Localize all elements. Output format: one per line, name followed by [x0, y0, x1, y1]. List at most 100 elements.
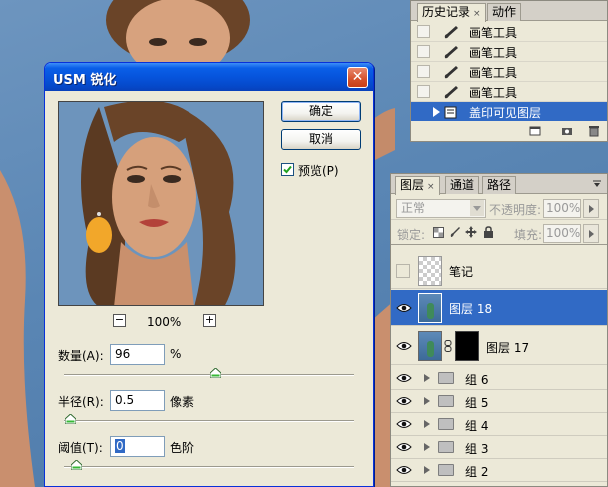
expand-arrow-icon[interactable]	[424, 466, 430, 474]
threshold-slider-track[interactable]	[64, 466, 354, 468]
amount-slider-thumb[interactable]	[209, 368, 221, 378]
new-document-from-state-icon[interactable]	[529, 125, 541, 137]
history-item-label: 画笔工具	[469, 66, 518, 80]
history-snapshot-checkbox[interactable]	[417, 25, 430, 38]
amount-unit: %	[170, 347, 182, 361]
lock-row: 锁定: 填充: 100%	[391, 221, 607, 245]
layer-thumbnail	[418, 293, 442, 323]
blend-mode-chevron-icon[interactable]	[470, 200, 484, 216]
fill-label: 填充:	[514, 228, 543, 242]
lock-label: 锁定:	[397, 228, 426, 242]
radius-input[interactable]: 0.5	[110, 390, 165, 411]
amount-input[interactable]: 96	[110, 344, 165, 365]
trash-icon[interactable]	[588, 125, 600, 137]
radius-slider-thumb[interactable]	[64, 414, 76, 424]
threshold-slider-thumb[interactable]	[70, 460, 82, 470]
eye-icon[interactable]	[396, 419, 412, 429]
preview-photo	[59, 102, 263, 305]
radius-slider-track[interactable]	[64, 420, 354, 422]
history-item[interactable]: 画笔工具	[411, 42, 607, 62]
close-button[interactable]: ✕	[347, 67, 368, 88]
opacity-field[interactable]: 100%	[543, 199, 581, 218]
layer-row-selected[interactable]: 图层 18	[391, 290, 607, 326]
history-snapshot-checkbox[interactable]	[417, 105, 430, 118]
zoom-out-button[interactable]: −	[113, 314, 126, 327]
history-state-marker-icon	[433, 107, 440, 117]
expand-arrow-icon[interactable]	[424, 443, 430, 451]
zoom-in-button[interactable]: +	[203, 314, 216, 327]
layer-group-row[interactable]: 组 2	[391, 459, 607, 482]
layer-name: 组 4	[465, 419, 489, 433]
layer-name: 图层 18	[449, 302, 493, 316]
layer-thumbnail	[418, 256, 442, 286]
history-item[interactable]: 画笔工具	[411, 62, 607, 82]
lock-all-icon[interactable]	[483, 226, 494, 238]
expand-arrow-icon[interactable]	[424, 420, 430, 428]
opacity-label: 不透明度:	[489, 203, 542, 217]
expand-arrow-icon[interactable]	[424, 374, 430, 382]
brush-icon	[444, 26, 458, 39]
preview-window[interactable]	[58, 101, 264, 306]
history-item-label: 画笔工具	[469, 26, 518, 40]
layer-group-row[interactable]: 组 5	[391, 390, 607, 413]
fill-field[interactable]: 100%	[543, 224, 581, 243]
expand-arrow-icon[interactable]	[424, 397, 430, 405]
tab-layers[interactable]: 图层 ×	[395, 176, 440, 195]
eye-icon[interactable]	[396, 442, 412, 452]
history-item-selected[interactable]: 盖印可见图层	[411, 102, 607, 122]
layer-row[interactable]: 笔记	[391, 253, 607, 289]
tab-channels[interactable]: 通道	[445, 176, 480, 194]
layer-row[interactable]: 图层 17	[391, 327, 607, 365]
visibility-toggle-empty[interactable]	[396, 264, 410, 278]
preview-checkbox[interactable]	[281, 163, 294, 176]
lock-transparency-icon[interactable]	[433, 227, 444, 238]
lock-move-icon[interactable]	[465, 226, 477, 238]
eye-icon[interactable]	[396, 303, 412, 313]
history-item-label: 画笔工具	[469, 86, 518, 100]
layer-name: 组 3	[465, 442, 489, 456]
checkmark-icon	[283, 165, 292, 174]
layer-group-row[interactable]: 组 6	[391, 367, 607, 390]
eye-icon[interactable]	[396, 341, 412, 351]
history-tabbar: 历史记录 × 动作	[411, 1, 607, 22]
camera-snapshot-icon[interactable]	[561, 125, 573, 137]
history-footer	[411, 121, 607, 141]
layer-name: 组 6	[465, 373, 489, 387]
folder-icon	[438, 372, 454, 384]
folder-icon	[438, 464, 454, 476]
eye-icon[interactable]	[396, 396, 412, 406]
eye-icon[interactable]	[396, 465, 412, 475]
chain-link-icon[interactable]	[444, 340, 452, 352]
tab-history[interactable]: 历史记录 ×	[417, 3, 486, 22]
panel-menu-icon[interactable]	[591, 178, 603, 190]
history-item[interactable]: 画笔工具	[411, 82, 607, 102]
cancel-button[interactable]: 取消	[281, 129, 361, 150]
layer-group-row[interactable]: 组 4	[391, 413, 607, 436]
stamp-layers-icon	[444, 106, 457, 119]
folder-icon	[438, 441, 454, 453]
eye-icon[interactable]	[396, 373, 412, 383]
usm-sharpen-dialog: USM 锐化 ✕ 确定 取消 预览(P) − 100% + 数量(A): 96 …	[44, 62, 374, 487]
layer-name: 组 5	[465, 396, 489, 410]
history-item[interactable]: 画笔工具	[411, 22, 607, 42]
lock-brush-icon[interactable]	[449, 226, 461, 238]
tab-actions[interactable]: 动作	[487, 3, 522, 21]
tab-layers-label: 图层	[400, 178, 425, 192]
dialog-titlebar[interactable]: USM 锐化 ✕	[45, 63, 373, 91]
threshold-unit: 色阶	[170, 441, 195, 455]
fill-arrow-icon[interactable]	[583, 224, 599, 243]
threshold-input[interactable]: 0	[110, 436, 165, 457]
history-snapshot-checkbox[interactable]	[417, 45, 430, 58]
threshold-value-selected: 0	[115, 439, 125, 453]
brush-icon	[444, 86, 458, 99]
tab-close-icon[interactable]: ×	[473, 9, 481, 19]
tab-close-icon[interactable]: ×	[427, 182, 435, 192]
layer-mask-thumbnail[interactable]	[455, 331, 479, 361]
opacity-arrow-icon[interactable]	[583, 199, 599, 218]
tab-paths[interactable]: 路径	[482, 176, 517, 194]
history-snapshot-checkbox[interactable]	[417, 85, 430, 98]
layer-name: 图层 17	[486, 341, 530, 355]
ok-button[interactable]: 确定	[281, 101, 361, 122]
layer-group-row[interactable]: 组 3	[391, 436, 607, 459]
history-snapshot-checkbox[interactable]	[417, 65, 430, 78]
